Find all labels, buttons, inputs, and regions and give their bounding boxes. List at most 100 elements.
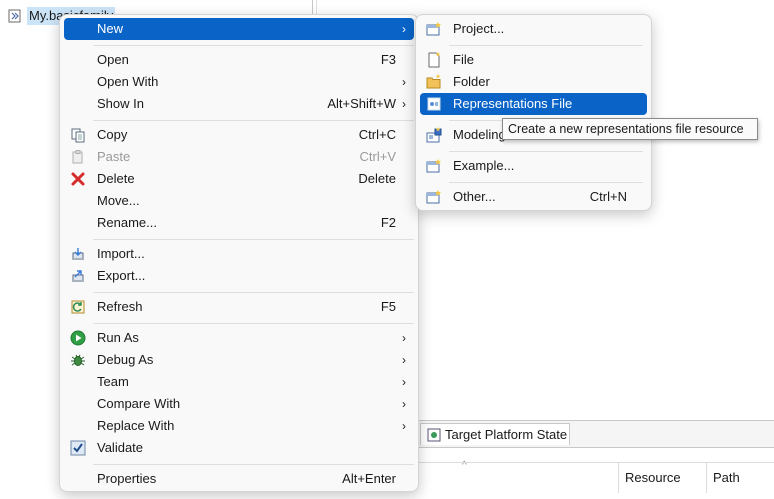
refresh-icon <box>71 300 85 314</box>
debug-bug-icon <box>71 354 85 366</box>
menu-item-replace-with[interactable]: Replace With › <box>64 415 414 437</box>
bottom-tab-bar: Target Platform State <box>418 420 774 448</box>
menu-separator <box>449 182 643 183</box>
context-menu: New › Open F3 Open With › Show In Alt+Sh… <box>59 14 419 492</box>
menu-label: Delete <box>97 171 135 186</box>
menu-item-export[interactable]: Export... <box>64 265 414 287</box>
menu-label: Example... <box>453 158 515 173</box>
menu-label: Replace With <box>97 418 175 433</box>
menu-item-import[interactable]: Import... <box>64 243 414 265</box>
submenu-arrow-icon: › <box>402 22 406 36</box>
menu-label: Representations File <box>453 96 573 111</box>
submenu-arrow-icon: › <box>402 419 406 433</box>
menu-item-validate[interactable]: Validate <box>64 437 414 459</box>
checkmark-icon <box>70 440 86 456</box>
menu-separator <box>93 464 414 465</box>
menu-label: File <box>453 52 474 67</box>
menu-item-run-as[interactable]: Run As › <box>64 327 414 349</box>
submenu-item-project[interactable]: Project... <box>420 18 647 40</box>
menu-item-open-with[interactable]: Open With › <box>64 71 414 93</box>
menu-label: Properties <box>97 471 157 486</box>
menu-accelerator: Alt+Enter <box>342 471 396 486</box>
menu-label: Open With <box>97 74 159 89</box>
menu-label: Import... <box>97 246 145 261</box>
submenu-arrow-icon: › <box>402 397 406 411</box>
problems-table-header: Resource Path <box>418 462 774 499</box>
column-header-path[interactable]: Path <box>706 463 740 493</box>
tooltip: Create a new representations file resour… <box>502 118 758 140</box>
menu-label: Run As <box>97 330 139 345</box>
menu-label: Export... <box>97 268 146 283</box>
menu-label: Team <box>97 374 129 389</box>
menu-label: Validate <box>97 440 144 455</box>
modeling-icon <box>426 127 442 143</box>
menu-accelerator: Ctrl+V <box>359 149 396 164</box>
submenu-arrow-icon: › <box>402 331 406 345</box>
submenu-item-folder[interactable]: Folder <box>420 71 647 93</box>
menu-accelerator: Delete <box>358 171 396 186</box>
menu-item-show-in[interactable]: Show In Alt+Shift+W › <box>64 93 414 115</box>
menu-item-copy[interactable]: Copy Ctrl+C <box>64 124 414 146</box>
delete-icon <box>71 172 85 186</box>
representations-file-icon <box>427 97 441 111</box>
menu-label: New <box>97 21 124 36</box>
menu-separator <box>93 239 414 240</box>
submenu-arrow-icon: › <box>402 97 406 111</box>
submenu-item-other[interactable]: Other... Ctrl+N <box>420 186 647 208</box>
menu-item-paste[interactable]: Paste Ctrl+V <box>64 146 414 168</box>
new-file-icon <box>428 52 441 68</box>
menu-item-delete[interactable]: Delete Delete <box>64 168 414 190</box>
menu-label: Folder <box>453 74 490 89</box>
run-icon <box>70 330 86 346</box>
model-file-icon <box>8 9 21 23</box>
new-submenu: Project... File Folder Representations F… <box>415 14 652 211</box>
menu-accelerator: F5 <box>380 299 396 314</box>
menu-label: Rename... <box>97 215 157 230</box>
menu-label: Open <box>97 52 129 67</box>
menu-separator <box>93 292 414 293</box>
menu-item-open[interactable]: Open F3 <box>64 49 414 71</box>
export-icon <box>72 270 84 282</box>
menu-accelerator: Alt+Shift+W <box>327 96 396 111</box>
menu-label: Refresh <box>97 299 143 314</box>
menu-label: Paste <box>97 149 131 164</box>
menu-label: Show In <box>97 96 144 111</box>
menu-item-move[interactable]: Move... <box>64 190 414 212</box>
new-project-icon <box>426 22 441 36</box>
menu-item-properties[interactable]: Properties Alt+Enter <box>64 468 414 490</box>
menu-accelerator: F3 <box>380 52 396 67</box>
submenu-item-example[interactable]: Example... <box>420 155 647 177</box>
menu-item-refresh[interactable]: Refresh F5 <box>64 296 414 318</box>
menu-item-new[interactable]: New › <box>64 18 414 40</box>
menu-accelerator: F2 <box>380 215 396 230</box>
menu-accelerator: Ctrl+C <box>358 127 396 142</box>
copy-icon <box>71 128 85 143</box>
submenu-arrow-icon: › <box>402 75 406 89</box>
submenu-item-file[interactable]: File <box>420 49 647 71</box>
menu-separator <box>93 120 414 121</box>
new-example-icon <box>426 159 441 173</box>
menu-item-compare-with[interactable]: Compare With › <box>64 393 414 415</box>
menu-accelerator: Ctrl+N <box>589 189 627 204</box>
menu-label: Other... <box>453 189 496 204</box>
menu-label: Compare With <box>97 396 181 411</box>
menu-label: Modeling <box>453 127 506 142</box>
target-platform-icon <box>427 428 441 441</box>
menu-item-team[interactable]: Team › <box>64 371 414 393</box>
menu-item-debug-as[interactable]: Debug As › <box>64 349 414 371</box>
tab-target-platform-state[interactable]: Target Platform State <box>420 423 570 445</box>
menu-separator <box>93 323 414 324</box>
menu-separator <box>93 45 414 46</box>
menu-item-rename[interactable]: Rename... F2 <box>64 212 414 234</box>
submenu-item-representations-file[interactable]: Representations File <box>420 93 647 115</box>
column-header-resource[interactable]: Resource <box>618 463 681 493</box>
menu-label: Copy <box>97 127 128 142</box>
menu-label: Debug As <box>97 352 154 367</box>
tab-label: Target Platform State <box>445 427 568 442</box>
import-icon <box>72 248 84 260</box>
menu-separator <box>449 151 643 152</box>
new-wizard-icon <box>426 190 441 204</box>
submenu-arrow-icon: › <box>402 353 406 367</box>
menu-separator <box>449 45 643 46</box>
menu-label: Project... <box>453 21 505 36</box>
